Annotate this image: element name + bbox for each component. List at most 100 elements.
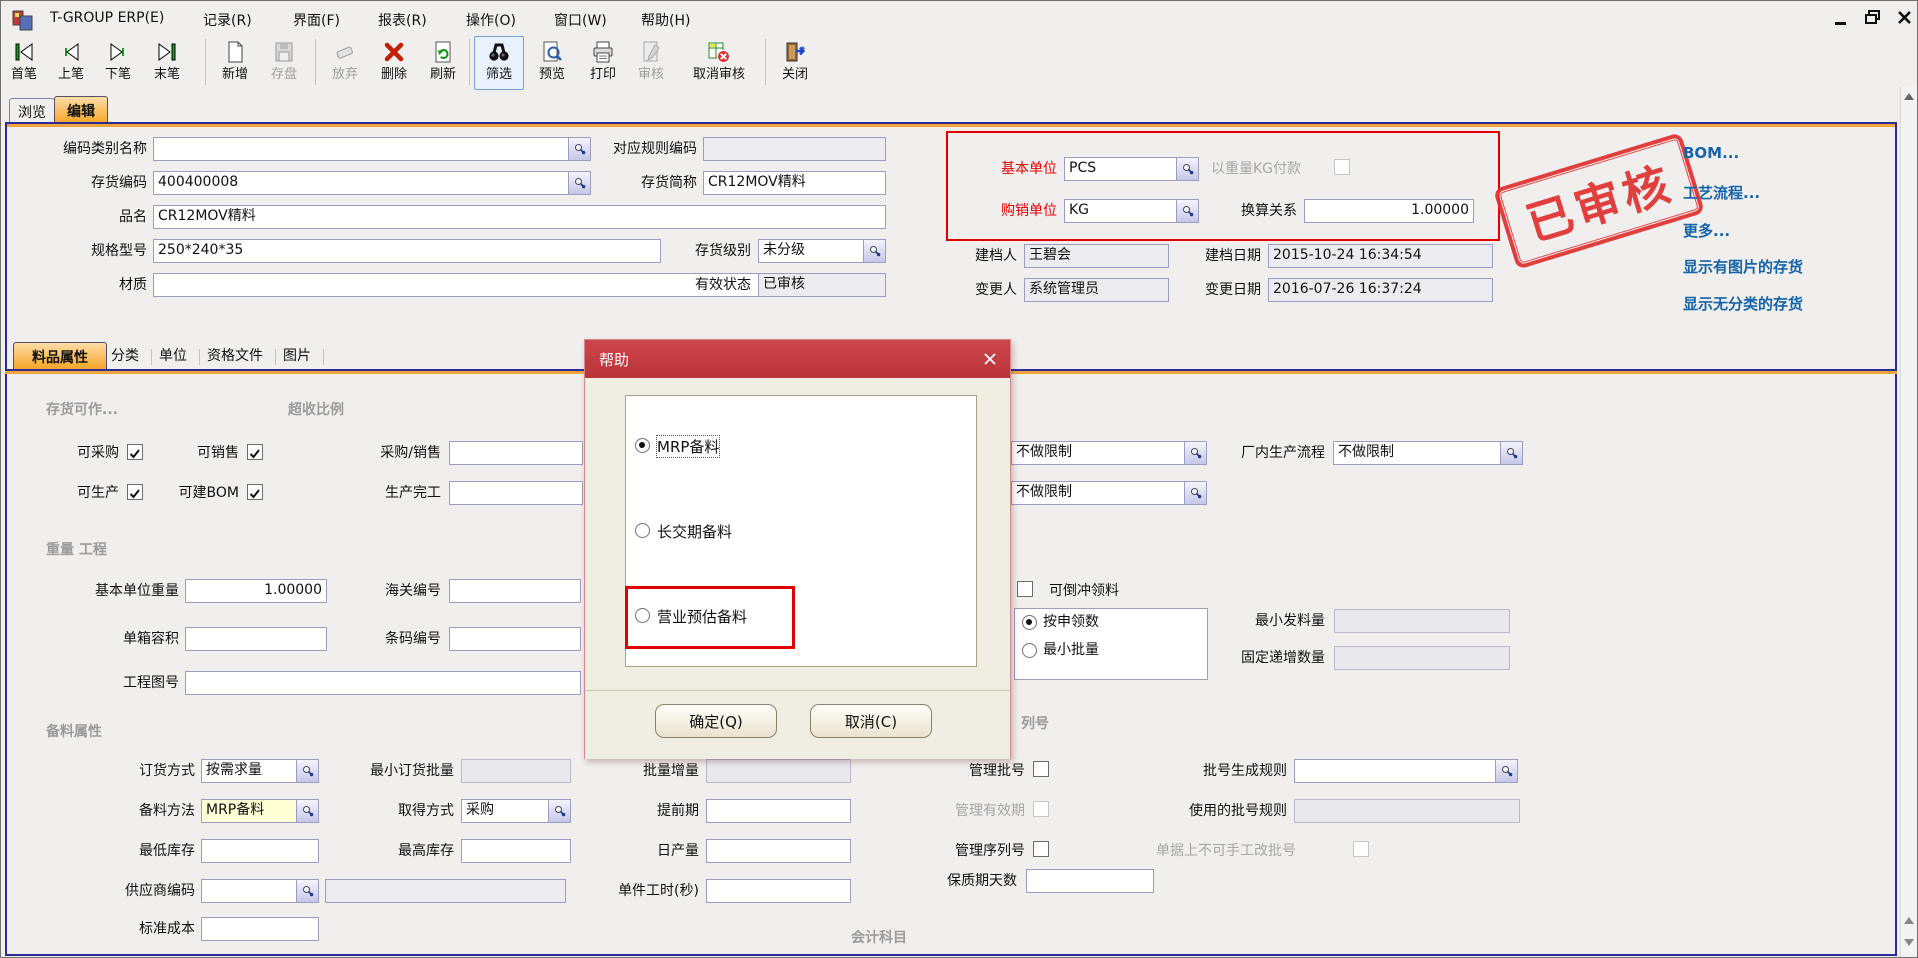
item-name-field[interactable]: CR12MOV精料: [153, 205, 886, 229]
subtab-item-attributes[interactable]: 料品属性: [13, 342, 107, 370]
subtab-qualification[interactable]: 资格文件: [207, 347, 263, 365]
acquire-method-field[interactable]: 采购: [461, 799, 571, 823]
order-method-field[interactable]: 按需求量: [201, 759, 319, 783]
option-forecast-radio[interactable]: [635, 608, 650, 623]
scroll-up-icon-secondary[interactable]: [1904, 917, 1914, 924]
toolbar-next-record[interactable]: 下笔: [95, 37, 141, 87]
menu-record[interactable]: 记录(R): [203, 10, 252, 30]
code-category-field[interactable]: [153, 137, 591, 161]
level-field[interactable]: 未分级: [758, 239, 886, 263]
customs-code-field[interactable]: [449, 579, 581, 603]
lookup-icon[interactable]: [1184, 442, 1206, 464]
toolbar-close-form[interactable]: 关闭: [772, 37, 818, 87]
scroll-down-icon[interactable]: [1904, 939, 1914, 946]
toolbar-cancel-audit[interactable]: 取消审核: [679, 37, 759, 87]
subtab-unit[interactable]: 单位: [159, 347, 187, 365]
dialog-ok-button[interactable]: 确定(Q): [655, 704, 777, 738]
option-long-lead-radio[interactable]: [635, 523, 650, 538]
daily-output-field[interactable]: [706, 839, 851, 863]
toolbar-print[interactable]: 打印: [580, 37, 626, 87]
spec-field[interactable]: 250*240*35: [153, 239, 661, 263]
box-volume-field[interactable]: [185, 627, 327, 651]
limit-field-1[interactable]: 不做限制: [1011, 441, 1207, 465]
conversion-field[interactable]: 1.00000: [1304, 199, 1474, 223]
drawing-no-field[interactable]: [185, 671, 581, 695]
min-batch-radio[interactable]: [1022, 643, 1037, 658]
prep-method-field[interactable]: MRP备料: [201, 799, 319, 823]
unit-time-field[interactable]: [706, 879, 851, 903]
lookup-icon[interactable]: [863, 240, 885, 262]
minimize-icon[interactable]: [1834, 11, 1848, 30]
menu-tgroup-erp[interactable]: T-GROUP ERP(E): [50, 10, 164, 26]
batch-rule-field[interactable]: [1294, 759, 1518, 783]
factory-flow-field[interactable]: 不做限制: [1333, 441, 1523, 465]
toolbar-delete[interactable]: 删除: [371, 37, 417, 87]
link-bom[interactable]: BOM...: [1683, 144, 1739, 162]
scroll-up-icon[interactable]: [1904, 93, 1914, 100]
toolbar-new[interactable]: 新增: [212, 37, 258, 87]
option-mrp-label[interactable]: MRP备料: [657, 436, 719, 457]
option-mrp-radio[interactable]: [635, 438, 650, 453]
tab-browse[interactable]: 浏览: [9, 98, 55, 124]
close-icon[interactable]: [1897, 10, 1912, 29]
production-ratio-field[interactable]: [449, 481, 583, 505]
link-show-with-images[interactable]: 显示有图片的存货: [1683, 256, 1803, 277]
menu-report[interactable]: 报表(R): [378, 10, 427, 30]
backflush-checkbox[interactable]: [1017, 581, 1033, 597]
std-cost-field[interactable]: [201, 917, 319, 941]
menu-interface[interactable]: 界面(F): [293, 10, 340, 30]
subtab-category[interactable]: 分类: [111, 347, 139, 365]
toolbar-prev-record[interactable]: 上笔: [48, 37, 94, 87]
menu-help[interactable]: 帮助(H): [641, 10, 690, 30]
lookup-icon[interactable]: [548, 800, 570, 822]
item-code-field[interactable]: 400400008: [153, 171, 591, 195]
barcode-field[interactable]: [449, 627, 581, 651]
bom-allowed-checkbox[interactable]: [247, 484, 263, 500]
restore-icon[interactable]: [1865, 10, 1881, 29]
min-stock-field[interactable]: [201, 839, 319, 863]
lookup-icon[interactable]: [296, 800, 318, 822]
max-stock-field[interactable]: [461, 839, 571, 863]
option-forecast-label[interactable]: 营业预估备料: [657, 606, 747, 627]
link-more[interactable]: 更多...: [1683, 220, 1730, 241]
trade-unit-field[interactable]: KG: [1064, 199, 1199, 223]
dialog-close-icon[interactable]: [982, 351, 998, 371]
link-process-flow[interactable]: 工艺流程...: [1683, 182, 1760, 203]
limit-field-2[interactable]: 不做限制: [1011, 481, 1207, 505]
producible-checkbox[interactable]: [127, 484, 143, 500]
vertical-scrollbar[interactable]: [1900, 87, 1918, 957]
toolbar-refresh[interactable]: 刷新: [420, 37, 466, 87]
lead-time-field[interactable]: [706, 799, 851, 823]
lookup-icon[interactable]: [1176, 200, 1198, 222]
item-abbr-field[interactable]: CR12MOV精料: [703, 171, 886, 195]
lookup-icon[interactable]: [1500, 442, 1522, 464]
toolbar-filter[interactable]: 筛选: [474, 36, 524, 90]
link-show-uncategorized[interactable]: 显示无分类的存货: [1683, 293, 1803, 314]
sellable-checkbox[interactable]: [247, 444, 263, 460]
toolbar-last-record[interactable]: 末笔: [144, 37, 190, 87]
toolbar-preview[interactable]: 预览: [529, 37, 575, 87]
purchasable-checkbox[interactable]: [127, 444, 143, 460]
lookup-icon[interactable]: [1495, 760, 1517, 782]
dialog-cancel-button[interactable]: 取消(C): [810, 704, 932, 738]
menu-operation[interactable]: 操作(O): [466, 10, 516, 30]
lookup-icon[interactable]: [296, 880, 318, 902]
purchase-sale-ratio-field[interactable]: [449, 441, 583, 465]
lookup-icon[interactable]: [1184, 482, 1206, 504]
shelf-life-field[interactable]: [1026, 869, 1154, 893]
supplier-code-field[interactable]: [201, 879, 319, 903]
tab-edit[interactable]: 编辑: [54, 96, 108, 124]
base-unit-field[interactable]: PCS: [1064, 157, 1199, 181]
subtab-image[interactable]: 图片: [283, 347, 311, 365]
toolbar-first-record[interactable]: 首笔: [1, 37, 47, 87]
lookup-icon[interactable]: [1176, 158, 1198, 180]
lookup-icon[interactable]: [568, 138, 590, 160]
by-request-radio[interactable]: [1022, 615, 1037, 630]
manage-batch-checkbox[interactable]: [1033, 761, 1049, 777]
lookup-icon[interactable]: [568, 172, 590, 194]
manage-serial-checkbox[interactable]: [1033, 841, 1049, 857]
option-long-lead-label[interactable]: 长交期备料: [657, 521, 732, 542]
menu-window[interactable]: 窗口(W): [554, 10, 607, 30]
lookup-icon[interactable]: [296, 760, 318, 782]
base-weight-field[interactable]: 1.00000: [185, 579, 327, 603]
